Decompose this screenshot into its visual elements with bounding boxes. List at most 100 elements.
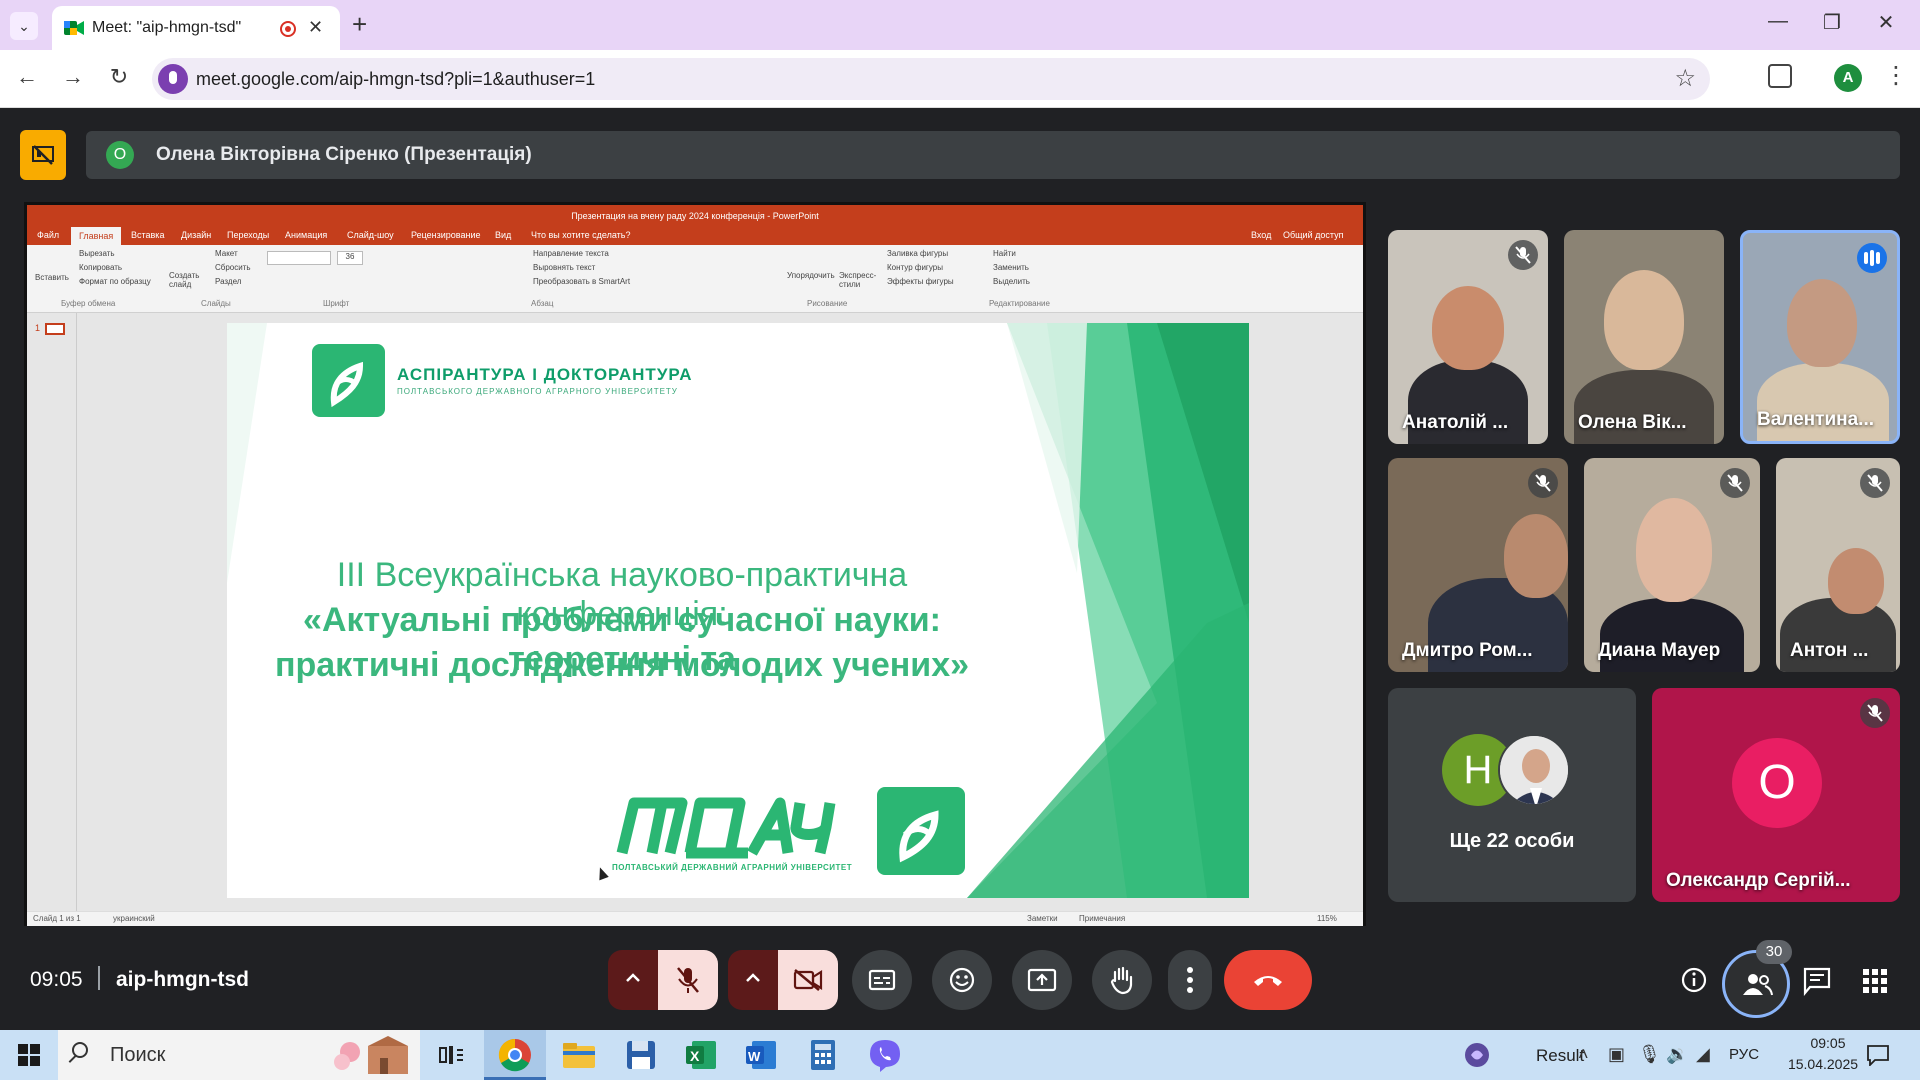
forward-button[interactable]: → [58, 64, 88, 90]
taskbar-search[interactable]: Поиск [58, 1030, 420, 1080]
participant-tile-3[interactable]: Валентина... [1740, 230, 1900, 444]
present-button[interactable] [1012, 950, 1072, 1010]
clock-time[interactable]: 09:05 [1788, 1035, 1868, 1051]
restore-button[interactable]: ❐ [1812, 10, 1852, 35]
ppt-signin[interactable]: Вход [1251, 230, 1271, 240]
notifications-icon[interactable] [1866, 1044, 1890, 1066]
font-group-label: Шрифт [323, 299, 350, 308]
ppt-menu-animation[interactable]: Анимация [285, 230, 327, 240]
captions-button[interactable] [852, 950, 912, 1010]
windows-start-icon[interactable] [18, 1044, 40, 1066]
clock-date[interactable]: 15.04.2025 [1778, 1056, 1868, 1072]
save-app-icon[interactable] [622, 1036, 660, 1074]
text-direction-button[interactable]: Направление текста [533, 249, 609, 258]
ppt-menu-slideshow[interactable]: Слайд-шоу [347, 230, 394, 240]
svg-text:W: W [748, 1049, 761, 1064]
ppt-menu-home[interactable]: Главная [71, 227, 122, 245]
slide[interactable]: АСПІРАНТУРА І ДОКТОРАНТУРА ПОЛТАВСЬКОГО … [227, 323, 1249, 898]
ppt-menu-insert[interactable]: Вставка [131, 230, 164, 240]
chat-button[interactable] [1802, 966, 1832, 997]
close-window-button[interactable]: ✕ [1866, 10, 1906, 35]
font-name-field[interactable] [267, 251, 331, 265]
quick-styles-button[interactable]: Экспресс-стили [839, 271, 879, 289]
excel-icon[interactable]: X [682, 1036, 720, 1074]
participant-tile-4[interactable]: Дмитро Ром... [1388, 458, 1568, 672]
meeting-info-button[interactable] [1680, 966, 1708, 994]
arrange-button[interactable]: Упорядочить [787, 271, 835, 280]
leave-call-button[interactable] [1224, 950, 1312, 1010]
participant-tile-6[interactable]: Антон ... [1776, 458, 1900, 672]
slide-thumbnail[interactable] [45, 323, 65, 335]
stop-presenting-icon[interactable] [20, 130, 66, 180]
result-app-icon[interactable] [1462, 1040, 1492, 1070]
find-button[interactable]: Найти [993, 249, 1016, 258]
zoom-level[interactable]: 115% [1317, 914, 1337, 923]
paste-button[interactable]: Вставить [35, 273, 69, 282]
comments-button[interactable]: Примечания [1079, 914, 1125, 923]
ppt-tell-me[interactable]: Что вы хотите сделать? [531, 230, 631, 240]
network-icon[interactable]: ◢ [1696, 1044, 1710, 1065]
language-indicator[interactable]: РУС [1729, 1046, 1759, 1063]
participant-tile-1[interactable]: Анатолій ... [1388, 230, 1548, 444]
format-painter-button[interactable]: Формат по образцу [79, 277, 151, 286]
back-button[interactable]: ← [12, 64, 42, 90]
replace-button[interactable]: Заменить [993, 263, 1029, 272]
reload-button[interactable]: ↻ [104, 64, 134, 90]
align-text-button[interactable]: Выровнять текст [533, 263, 595, 272]
address-bar[interactable]: meet.google.com/aip-hmgn-tsd?pli=1&authu… [152, 58, 1710, 100]
tray-overflow-icon[interactable]: ˄ [1578, 1044, 1589, 1065]
minimize-button[interactable]: — [1758, 10, 1798, 33]
ppt-share[interactable]: Общий доступ [1283, 230, 1343, 240]
section-button[interactable]: Раздел [215, 277, 241, 286]
chrome-menu-icon[interactable]: ⋮ [1884, 62, 1908, 90]
more-participants-tile[interactable]: Н Ще 22 особи [1388, 688, 1636, 902]
font-size-field[interactable]: 36 [337, 251, 363, 265]
raise-hand-button[interactable] [1092, 950, 1152, 1010]
new-slide-button[interactable]: Создать слайд [169, 271, 203, 289]
layout-button[interactable]: Макет [215, 249, 238, 258]
shape-effects-button[interactable]: Эффекты фигуры [887, 277, 954, 286]
more-options-button[interactable] [1168, 950, 1212, 1010]
participant-tile-2[interactable]: Олена Вік... [1564, 230, 1724, 444]
taskbar-chrome-active[interactable] [484, 1030, 546, 1080]
video-settings-button[interactable] [728, 950, 778, 1010]
calculator-icon[interactable] [804, 1036, 842, 1074]
extensions-icon[interactable] [1768, 64, 1792, 88]
profile-avatar[interactable]: A [1834, 64, 1862, 92]
meet-tray-icon[interactable]: ▣ [1608, 1044, 1625, 1065]
activities-button[interactable] [1862, 968, 1888, 994]
tab-close-icon[interactable]: ✕ [308, 17, 323, 38]
participant-tile-5[interactable]: Диана Мауер [1584, 458, 1760, 672]
tab-search-button[interactable]: ⌄ [10, 12, 38, 40]
site-info-mic-icon[interactable] [158, 64, 188, 94]
presenter-chip[interactable]: О Олена Вікторівна Сіренко (Презентація) [86, 131, 1900, 179]
tray-app-label[interactable]: Result [1536, 1046, 1584, 1066]
bookmark-star-icon[interactable]: ☆ [1674, 64, 1696, 93]
task-view-icon[interactable] [436, 1040, 466, 1070]
microphone-toggle-button[interactable] [658, 950, 718, 1010]
cut-button[interactable]: Вырезать [79, 249, 115, 258]
browser-tab[interactable]: Meet: "aip-hmgn-tsd" ✕ [52, 6, 340, 50]
viber-icon[interactable] [866, 1036, 904, 1074]
reactions-button[interactable] [932, 950, 992, 1010]
shape-fill-button[interactable]: Заливка фигуры [887, 249, 948, 258]
notes-button[interactable]: Заметки [1027, 914, 1058, 923]
smartart-button[interactable]: Преобразовать в SmartArt [533, 277, 630, 286]
audio-settings-button[interactable] [608, 950, 658, 1010]
volume-icon[interactable]: 🔉 [1666, 1044, 1688, 1065]
file-explorer-icon[interactable] [560, 1036, 598, 1074]
participant-tile-7[interactable]: О Олександр Сергій... [1652, 688, 1900, 902]
reset-button[interactable]: Сбросить [215, 263, 251, 272]
microphone-tray-icon[interactable]: 🎙 [1638, 1044, 1661, 1065]
new-tab-button[interactable]: + [352, 10, 367, 38]
ppt-menu-file[interactable]: Файл [37, 230, 59, 240]
word-icon[interactable]: W [742, 1036, 780, 1074]
camera-toggle-button[interactable] [778, 950, 838, 1010]
shape-outline-button[interactable]: Контур фигуры [887, 263, 943, 272]
ppt-menu-design[interactable]: Дизайн [181, 230, 211, 240]
ppt-menu-view[interactable]: Вид [495, 230, 511, 240]
ppt-menu-transitions[interactable]: Переходы [227, 230, 269, 240]
copy-button[interactable]: Копировать [79, 263, 122, 272]
ppt-menu-review[interactable]: Рецензирование [411, 230, 481, 240]
select-button[interactable]: Выделить [993, 277, 1030, 286]
